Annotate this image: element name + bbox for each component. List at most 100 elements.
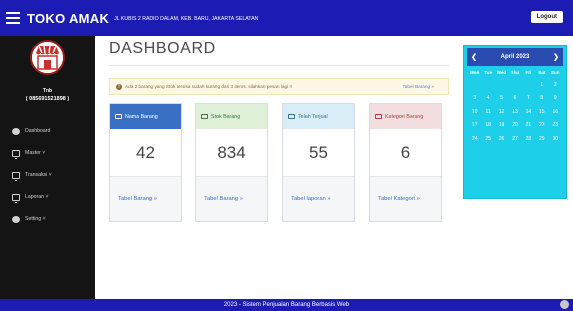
calendar-day[interactable]: 30	[549, 136, 562, 142]
card-telah-terjual: Telah Terjual 55 Tabel laporan »	[282, 103, 355, 222]
calendar-day[interactable]: 17	[468, 122, 481, 128]
monitor-icon	[115, 114, 122, 119]
sidebar-item-laporan[interactable]: Laporan ˅	[0, 186, 95, 208]
calendar-day[interactable]: 3	[468, 95, 481, 101]
sidebar-item-label: Setting ˅	[25, 216, 46, 222]
monitor-icon	[12, 149, 20, 159]
calendar-week-row: 10 11 12 13 14 15 16	[468, 105, 562, 119]
calendar-prev-icon[interactable]: ❮	[467, 53, 481, 61]
card-value: 834	[196, 129, 267, 177]
calendar-day[interactable]: 20	[508, 122, 521, 128]
calendar-day[interactable]: 29	[535, 136, 548, 142]
card-link[interactable]: Tabel laporan »	[283, 177, 354, 221]
menu-toggle-icon[interactable]	[6, 12, 20, 24]
sidebar-item-label: Dashboard	[25, 128, 51, 134]
calendar-day[interactable]: 19	[495, 122, 508, 128]
calendar-day[interactable]: 14	[522, 109, 535, 115]
calendar-day[interactable]: 4	[481, 95, 494, 101]
card-nama-barang: Nama Barang 42 Tabel Barang »	[109, 103, 182, 222]
store-avatar-icon	[30, 40, 65, 75]
monitor-icon	[375, 114, 382, 119]
weekday-label: Tue	[484, 70, 493, 75]
calendar-day[interactable]: 7	[522, 95, 535, 101]
calendar-day[interactable]: 11	[481, 109, 494, 115]
calendar-day[interactable]: 12	[495, 109, 508, 115]
monitor-icon	[288, 114, 295, 119]
sidebar-item-dashboard[interactable]: Dashboard	[0, 120, 95, 142]
sidebar-item-transaksi[interactable]: Transaksi ˅	[0, 164, 95, 186]
card-header: Telah Terjual	[283, 104, 354, 129]
card-link[interactable]: Tabel Kategori »	[370, 177, 441, 221]
dashboard-icon	[12, 127, 20, 135]
sidebar: Tnb ( 085691521898 ) Dashboard Master ˅ …	[0, 36, 95, 299]
calendar-day[interactable]: 26	[495, 136, 508, 142]
calendar-day[interactable]: 22	[535, 122, 548, 128]
title-divider	[109, 65, 449, 66]
calendar-day[interactable]: 23	[549, 122, 562, 128]
sidebar-item-label: Laporan ˅	[25, 194, 49, 200]
card-label: Nama Barang	[125, 113, 158, 120]
page-title: DASHBOARD	[109, 40, 216, 57]
calendar-day[interactable]: 13	[508, 109, 521, 115]
monitor-icon	[12, 171, 20, 181]
card-value: 55	[283, 129, 354, 177]
calendar-day[interactable]: 15	[535, 109, 548, 115]
calendar-week-row: 24 25 26 27 28 29 30	[468, 132, 562, 146]
calendar-month-label: April 2023	[500, 54, 530, 60]
footer-text: 2023 - Sistem Penjualan Barang Berbasis …	[223, 302, 350, 308]
card-header: Stok Barang	[196, 104, 267, 129]
calendar-day[interactable]: 9	[549, 95, 562, 101]
top-navbar: TOKO AMAK JL KUBIS 2 RADIO DALAM, KEB. B…	[0, 0, 573, 36]
calendar-header: ❮ April 2023 ❯	[467, 48, 563, 66]
weekday-label: Sun	[550, 70, 560, 75]
calendar-grid: 1 2 3 4 5 6 7 8 9 10 11 12 13 14 15 16 17 18 19 20 21 22 23 24 2…	[464, 75, 566, 146]
sidebar-item-label: Transaksi ˅	[25, 172, 52, 178]
store-address: JL KUBIS 2 RADIO DALAM, KEB. BARU, JAKAR…	[114, 16, 259, 22]
weekday-label: Mon	[469, 70, 480, 75]
calendar-day[interactable]: 10	[468, 109, 481, 115]
calendar-day[interactable]: 6	[508, 95, 521, 101]
calendar-day[interactable]: 28	[522, 136, 535, 142]
user-name: Tnb	[42, 88, 53, 94]
card-header: Kategori Barang	[370, 104, 441, 129]
calendar-day[interactable]: 5	[495, 95, 508, 101]
calendar-day[interactable]: 18	[481, 122, 494, 128]
alert-link-tabel-barang[interactable]: Tabel Barang »	[402, 84, 434, 89]
calendar-day[interactable]: 27	[508, 136, 521, 142]
brand-title: TOKO AMAK	[27, 10, 110, 26]
calendar-day[interactable]: 24	[468, 136, 481, 142]
weekday-label: Wed	[496, 70, 507, 75]
calendar-day[interactable]: 1	[535, 82, 548, 88]
calendar-day[interactable]: 25	[481, 136, 494, 142]
gear-icon	[12, 215, 20, 223]
card-link[interactable]: Tabel Barang »	[110, 177, 181, 221]
calendar-weekdays: Mon Tue Wed Thu Fri Sat Sun	[464, 66, 566, 75]
scroll-top-icon[interactable]	[560, 300, 569, 309]
weekday-label: Thu	[510, 70, 520, 75]
card-value: 42	[110, 129, 181, 177]
monitor-icon	[12, 193, 20, 203]
alert-text: Ada 2 barang yang Stok tersisa sudah kur…	[125, 84, 293, 89]
weekday-label: Sat	[538, 70, 546, 75]
calendar-week-row: 3456789	[468, 92, 562, 106]
logout-button[interactable]: Logout	[530, 11, 563, 23]
calendar-next-icon[interactable]: ❯	[549, 53, 563, 61]
user-phone: ( 085691521898 )	[25, 96, 70, 102]
stock-alert: ! Ada 2 barang yang Stok tersisa sudah k…	[109, 78, 449, 95]
monitor-icon	[201, 114, 208, 119]
card-kategori-barang: Kategori Barang 6 Tabel Kategori »	[369, 103, 442, 222]
calendar-day[interactable]: 16	[549, 109, 562, 115]
card-label: Telah Terjual	[298, 113, 328, 120]
calendar-day[interactable]: 21	[522, 122, 535, 128]
sidebar-menu: Dashboard Master ˅ Transaksi ˅ Laporan ˅…	[0, 120, 95, 230]
weekday-label: Fri	[525, 70, 532, 75]
warning-icon: !	[116, 83, 122, 90]
calendar-week-row: 17 18 19 20 21 22 23	[468, 119, 562, 133]
sidebar-item-setting[interactable]: Setting ˅	[0, 208, 95, 230]
sidebar-item-master[interactable]: Master ˅	[0, 142, 95, 164]
calendar-day[interactable]: 2	[549, 82, 562, 88]
card-link[interactable]: Tabel Barang »	[196, 177, 267, 221]
calendar-day[interactable]: 8	[535, 95, 548, 101]
card-value: 6	[370, 129, 441, 177]
calendar-week-row: 12	[468, 78, 562, 92]
